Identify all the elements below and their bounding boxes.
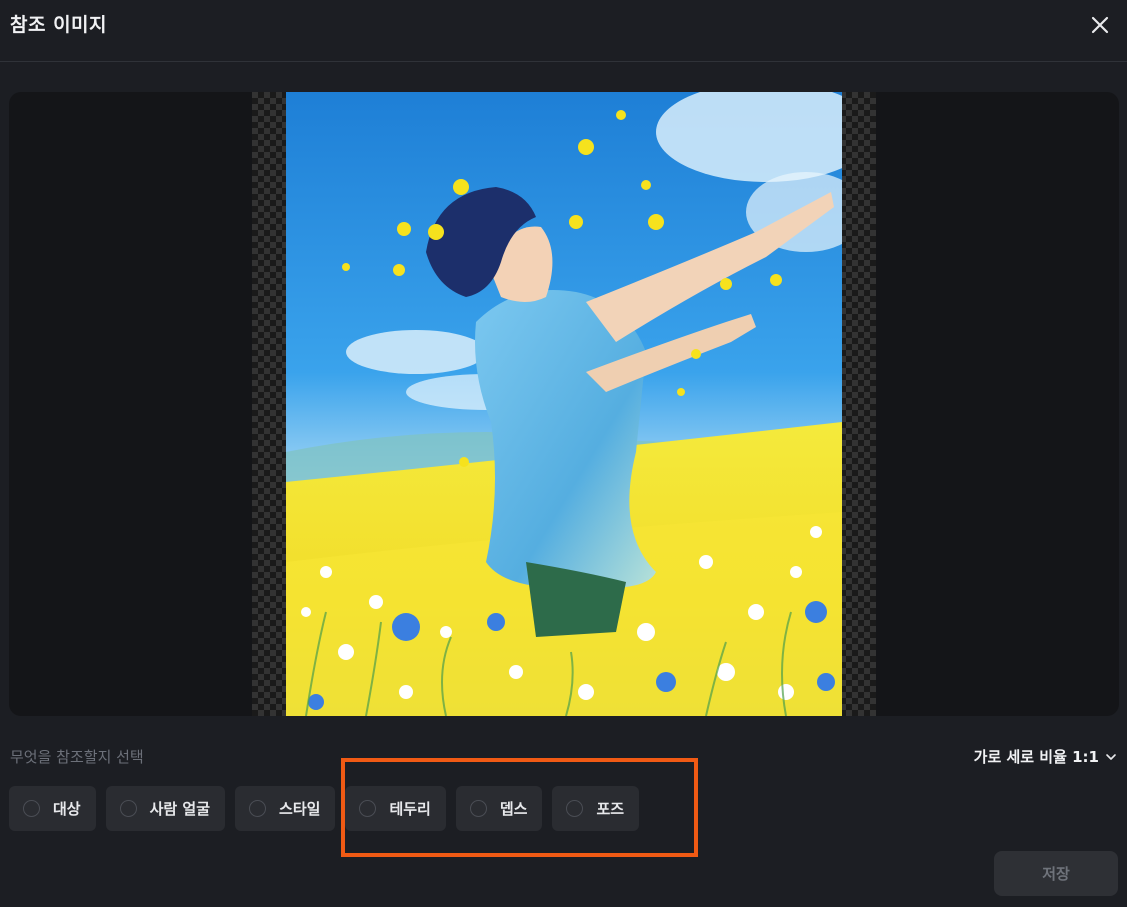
option-label: 스타일: [279, 800, 321, 818]
reference-image-dialog: 참조 이미지 무엇을 참조할지 선택 가로 세로 비율 1:1 대상 사람 얼굴…: [0, 0, 1127, 907]
radio-icon: [23, 800, 40, 817]
radio-icon: [249, 800, 267, 817]
aspect-ratio-dropdown[interactable]: 가로 세로 비율 1:1: [974, 746, 1117, 767]
option-depth[interactable]: 뎁스: [455, 786, 543, 831]
dialog-title: 참조 이미지: [10, 14, 108, 36]
close-button[interactable]: [1087, 12, 1113, 38]
close-icon: [1091, 16, 1109, 34]
option-subject[interactable]: 대상: [9, 786, 96, 831]
option-label: 뎁스: [499, 800, 528, 818]
save-button[interactable]: 저장: [994, 851, 1118, 896]
reference-options: 대상 사람 얼굴 스타일 테두리 뎁스 포즈: [9, 786, 640, 831]
option-label: 테두리: [389, 800, 431, 818]
option-style[interactable]: 스타일: [235, 786, 336, 831]
dialog-header: 참조 이미지: [0, 0, 1127, 62]
option-pose[interactable]: 포즈: [552, 786, 640, 831]
option-label: 포즈: [596, 800, 625, 818]
radio-icon: [566, 800, 584, 817]
radio-icon: [119, 800, 137, 817]
image-preview: [9, 92, 1119, 716]
option-label: 대상: [53, 800, 81, 818]
reference-type-label: 무엇을 참조할지 선택: [10, 748, 144, 766]
option-face[interactable]: 사람 얼굴: [105, 786, 226, 831]
option-label: 사람 얼굴: [149, 800, 211, 818]
radio-icon: [469, 800, 487, 817]
radio-icon: [359, 800, 377, 817]
chevron-down-icon: [1106, 753, 1116, 760]
aspect-ratio-value: 가로 세로 비율 1:1: [973, 748, 1099, 766]
reference-image: [286, 92, 842, 716]
option-edge[interactable]: 테두리: [345, 786, 446, 831]
